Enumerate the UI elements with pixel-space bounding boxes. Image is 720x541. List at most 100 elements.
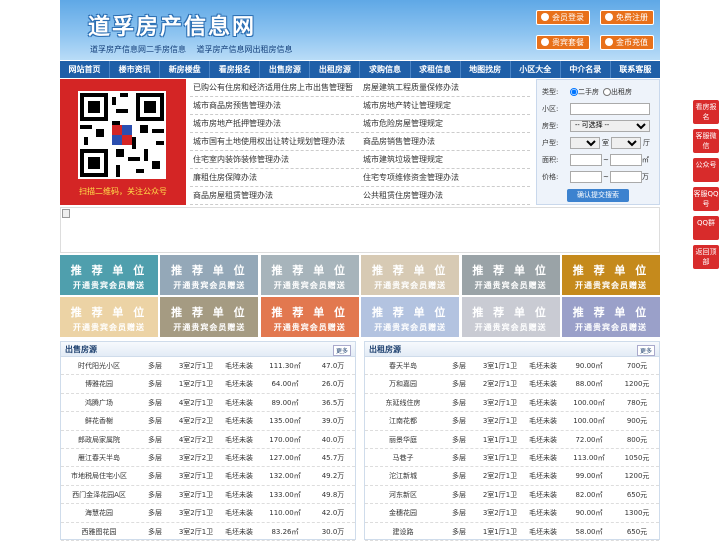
price-min-input[interactable] <box>570 170 602 183</box>
listing-cell[interactable]: 金穗花园 <box>365 504 441 521</box>
policy-link[interactable]: 城市商品房预售管理办法 <box>190 97 360 114</box>
listing-row[interactable]: 万和嘉园 多层 2室2厅1卫 毛坯未装 88.00㎡ 1200元 <box>365 375 659 394</box>
listing-cell[interactable]: 江南花都 <box>365 412 441 429</box>
recommended-ad-slot[interactable]: 推 荐 单 位开通贵宾会员赠送 <box>260 297 359 337</box>
recommended-ad-slot[interactable]: 推 荐 单 位开通贵宾会员赠送 <box>562 255 660 295</box>
policy-link[interactable]: 商品房销售管理办法 <box>360 133 530 150</box>
area-max-input[interactable] <box>609 153 642 166</box>
nav-item[interactable]: 小区大全 <box>511 61 561 78</box>
listing-cell[interactable]: 春天半岛 <box>365 357 441 374</box>
policy-link[interactable]: 廉租住房保障办法 <box>190 169 360 186</box>
vip-package-button[interactable]: 贵宾套餐 <box>536 35 590 50</box>
nav-item[interactable]: 地图找房 <box>461 61 511 78</box>
policy-link[interactable]: 城市建筑垃圾管理规定 <box>360 151 530 168</box>
nav-item[interactable]: 中介名录 <box>561 61 611 78</box>
nav-item[interactable]: 出租房源 <box>310 61 361 78</box>
listing-cell[interactable]: 鲜花香榭 <box>61 412 137 429</box>
listing-cell[interactable]: 西雅图花园 <box>61 523 137 540</box>
listing-row[interactable]: 鸿腾广场 多层 4室2厅1卫 毛坯未装 89.00㎡ 36.5万 <box>61 394 355 413</box>
community-input[interactable] <box>570 102 650 115</box>
recommended-ad-slot[interactable]: 推 荐 单 位开通贵宾会员赠送 <box>60 255 158 295</box>
listing-row[interactable]: 西门金泽花园A区 多层 3室2厅1卫 毛坯未装 133.00㎡ 49.8万 <box>61 486 355 505</box>
recommended-ad-slot[interactable]: 推 荐 单 位开通贵宾会员赠送 <box>461 255 560 295</box>
policy-link[interactable]: 商品房屋租赁管理办法 <box>190 187 360 204</box>
radio-secondhand[interactable] <box>570 87 578 96</box>
register-button[interactable]: 免费注册 <box>600 10 654 25</box>
housetype-select[interactable]: -- 可选择 -- <box>570 119 650 132</box>
listing-cell[interactable]: 海慧花园 <box>61 504 137 521</box>
listing-row[interactable]: 河东新区 多层 2室1厅1卫 毛坯未装 82.00㎡ 650元 <box>365 486 659 505</box>
side-menu-item[interactable]: 客服QQ号 <box>693 187 719 211</box>
radio-rent[interactable] <box>603 87 611 96</box>
listing-cell[interactable]: 万和嘉园 <box>365 375 441 392</box>
recommended-ad-slot[interactable]: 推 荐 单 位开通贵宾会员赠送 <box>361 297 460 337</box>
header-sub-link-rent[interactable]: 道孚房产信息网出租房信息 <box>197 45 293 54</box>
listing-row[interactable]: 鲜花香榭 多层 4室2厅2卫 毛坯未装 135.00㎡ 39.0万 <box>61 412 355 431</box>
listing-row[interactable]: 马巷子 多层 3室1厅1卫 毛坯未装 113.00㎡ 1050元 <box>365 449 659 468</box>
listing-row[interactable]: 雁江春天半岛 多层 3室2厅2卫 毛坯未装 127.00㎡ 45.7万 <box>61 449 355 468</box>
area-min-input[interactable] <box>570 153 602 166</box>
policy-link[interactable]: 已购公有住房和经济适用住房上市出售管理暂 <box>190 79 360 96</box>
room-select[interactable] <box>570 136 600 149</box>
nav-item[interactable]: 出售房源 <box>260 61 311 78</box>
sale-more-button[interactable]: 更多 <box>332 345 351 356</box>
recommended-ad-slot[interactable]: 推 荐 单 位开通贵宾会员赠送 <box>361 255 460 295</box>
listing-cell[interactable]: 西门金泽花园A区 <box>61 486 137 503</box>
policy-link[interactable]: 住宅专项维修资金管理办法 <box>360 169 530 186</box>
policy-link[interactable]: 房屋建筑工程质量保修办法 <box>360 79 530 96</box>
rent-more-button[interactable]: 更多 <box>636 345 655 356</box>
listing-row[interactable]: 江南花都 多层 3室2厅1卫 毛坯未装 100.00㎡ 900元 <box>365 412 659 431</box>
listing-row[interactable]: 丽景华庭 多层 1室1厅1卫 毛坯未装 72.00㎡ 800元 <box>365 431 659 449</box>
nav-item[interactable]: 楼市资讯 <box>110 61 161 78</box>
listing-row[interactable]: 时代阳光小区 多层 3室2厅1卫 毛坯未装 111.30㎡ 47.0万 <box>61 357 355 376</box>
listing-cell[interactable]: 时代阳光小区 <box>61 357 137 374</box>
side-menu-item[interactable]: 客服微信 <box>693 129 719 153</box>
listing-row[interactable]: 东延线住房 多层 3室2厅1卫 毛坯未装 100.00㎡ 780元 <box>365 394 659 413</box>
listing-row[interactable]: 博雅花园 多层 1室2厅1卫 毛坯未装 64.00㎡ 26.0万 <box>61 375 355 394</box>
nav-item[interactable]: 网站首页 <box>60 61 111 78</box>
listing-row[interactable]: 海慧花园 多层 3室2厅1卫 毛坯未装 110.00㎡ 42.0万 <box>61 504 355 523</box>
search-submit-button[interactable]: 确认提交搜索 <box>567 189 629 202</box>
recharge-button[interactable]: 金币充值 <box>600 35 654 50</box>
recommended-ad-slot[interactable]: 推 荐 单 位开通贵宾会员赠送 <box>60 297 158 337</box>
site-logo[interactable]: 道孚房产信息网 <box>88 9 256 41</box>
listing-cell[interactable]: 市地税局住宅小区 <box>61 467 137 484</box>
listing-cell[interactable]: 鸿腾广场 <box>61 394 137 411</box>
listing-cell[interactable]: 丽景华庭 <box>365 431 441 448</box>
policy-link[interactable]: 住宅室内装饰装修管理办法 <box>190 151 360 168</box>
policy-link[interactable]: 城市房地产转让管理规定 <box>360 97 530 114</box>
side-menu-item[interactable]: 看房报名 <box>693 100 719 124</box>
listing-cell[interactable]: 沱江新城 <box>365 467 441 484</box>
policy-link[interactable]: 城市国有土地使用权出让转让规划管理办法 <box>190 133 360 150</box>
login-button[interactable]: 会员登录 <box>536 10 590 25</box>
listing-row[interactable]: 金穗花园 多层 3室2厅1卫 毛坯未装 90.00㎡ 1300元 <box>365 504 659 523</box>
nav-item[interactable]: 联系客服 <box>611 61 660 78</box>
nav-item[interactable]: 求租信息 <box>411 61 461 78</box>
side-menu-item[interactable]: 公众号 <box>693 158 719 182</box>
listing-cell[interactable]: 博雅花园 <box>61 375 137 392</box>
header-sub-link-sale[interactable]: 道孚房产信息网二手房信息 <box>90 45 186 54</box>
banner-image[interactable] <box>60 207 660 253</box>
listing-cell[interactable]: 河东新区 <box>365 486 441 503</box>
listing-cell[interactable]: 郎政局家属院 <box>61 431 137 448</box>
listing-cell[interactable]: 雁江春天半岛 <box>61 449 137 466</box>
nav-item[interactable]: 新房楼盘 <box>160 61 211 78</box>
hall-select[interactable] <box>611 136 641 149</box>
recommended-ad-slot[interactable]: 推 荐 单 位开通贵宾会员赠送 <box>562 297 660 337</box>
side-menu-item[interactable]: 返回顶部 <box>693 245 719 269</box>
recommended-ad-slot[interactable]: 推 荐 单 位开通贵宾会员赠送 <box>461 297 560 337</box>
policy-link[interactable]: 城市危险房屋管理规定 <box>360 115 530 132</box>
policy-link[interactable]: 公共租赁住房管理办法 <box>360 187 530 204</box>
nav-item[interactable]: 看房报名 <box>210 61 261 78</box>
nav-item[interactable]: 求购信息 <box>360 61 411 78</box>
listing-row[interactable]: 春天半岛 多层 3室1厅1卫 毛坯未装 90.00㎡ 700元 <box>365 357 659 376</box>
listing-cell[interactable]: 东延线住房 <box>365 394 441 411</box>
side-menu-item[interactable]: QQ群 <box>693 216 719 240</box>
listing-row[interactable]: 沱江新城 多层 2室2厅1卫 毛坯未装 99.00㎡ 1200元 <box>365 467 659 486</box>
recommended-ad-slot[interactable]: 推 荐 单 位开通贵宾会员赠送 <box>160 297 259 337</box>
recommended-ad-slot[interactable]: 推 荐 单 位开通贵宾会员赠送 <box>260 255 359 295</box>
policy-link[interactable]: 城市房地产抵押管理办法 <box>190 115 360 132</box>
listing-row[interactable]: 建设路 多层 1室1厅1卫 毛坯未装 58.00㎡ 650元 <box>365 523 659 541</box>
recommended-ad-slot[interactable]: 推 荐 单 位开通贵宾会员赠送 <box>160 255 259 295</box>
price-max-input[interactable] <box>609 170 642 183</box>
